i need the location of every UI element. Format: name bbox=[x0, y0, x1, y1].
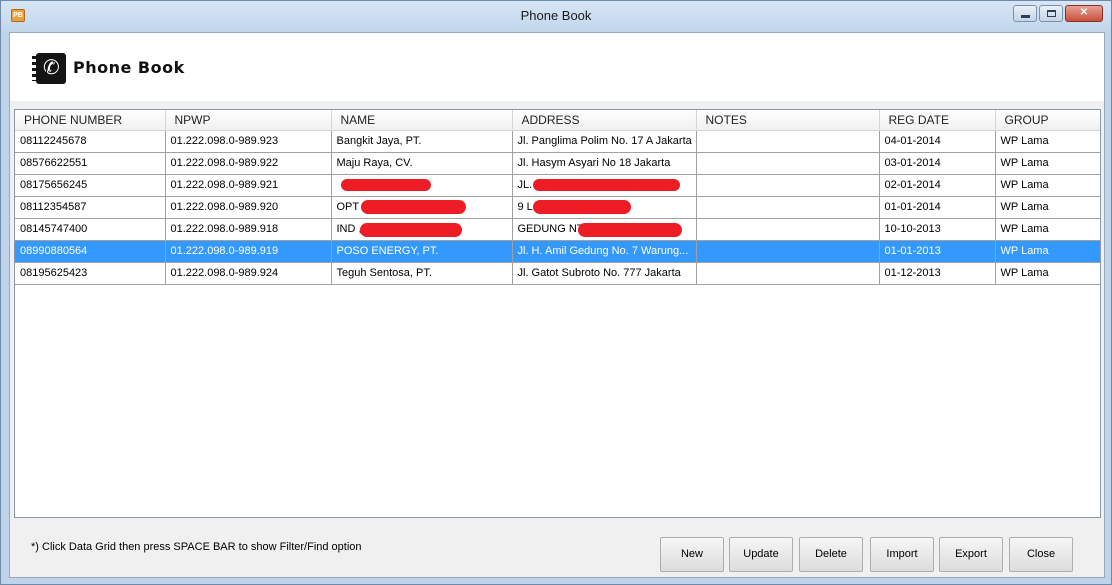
cell-reg-date[interactable]: 02-01-2014 bbox=[879, 174, 996, 197]
redaction-mark bbox=[533, 200, 631, 214]
maximize-button[interactable] bbox=[1039, 5, 1063, 22]
window-controls: ✕ bbox=[1013, 5, 1103, 22]
cell-reg-date[interactable]: 01-01-2013 bbox=[879, 240, 996, 263]
cell-notes[interactable] bbox=[696, 130, 880, 153]
new-button[interactable]: New bbox=[660, 537, 724, 572]
title-bar[interactable]: PB Phone Book ✕ bbox=[1, 1, 1111, 31]
table-row[interactable]: 08112245678 01.222.098.0-989.923 Bangkit… bbox=[15, 130, 1100, 153]
minimize-button[interactable] bbox=[1013, 5, 1037, 22]
cell-group[interactable]: WP Lama bbox=[995, 152, 1100, 175]
close-icon: ✕ bbox=[1079, 7, 1089, 18]
redaction-mark bbox=[533, 179, 680, 191]
cell-group[interactable]: WP Lama bbox=[995, 174, 1100, 197]
column-header-group[interactable]: GROUP bbox=[995, 110, 1100, 131]
column-header-address[interactable]: ADDRESS bbox=[512, 110, 697, 131]
close-window-button[interactable]: ✕ bbox=[1065, 5, 1103, 22]
cell-reg-date[interactable]: 04-01-2014 bbox=[879, 130, 996, 153]
delete-button[interactable]: Delete bbox=[799, 537, 863, 572]
header-row: PHONE NUMBER NPWP NAME ADDRESS NOTES REG… bbox=[15, 110, 1100, 131]
cell-name[interactable]: POSO ENERGY, PT. bbox=[331, 240, 513, 263]
cell-npwp[interactable]: 01.222.098.0-989.922 bbox=[165, 152, 332, 175]
cell-notes[interactable] bbox=[696, 240, 880, 263]
cell-npwp[interactable]: 01.222.098.0-989.924 bbox=[165, 262, 332, 285]
cell-reg-date[interactable]: 03-01-2014 bbox=[879, 152, 996, 175]
binder-rings bbox=[32, 56, 38, 81]
cell-name[interactable]: Maju Raya, CV. bbox=[331, 152, 513, 175]
maximize-icon bbox=[1047, 10, 1056, 17]
phonebook-logo-icon: ✆ bbox=[32, 53, 66, 84]
cell-npwp[interactable]: 01.222.098.0-989.919 bbox=[165, 240, 332, 263]
logo-text: Phone Book bbox=[73, 58, 185, 77]
cell-address[interactable]: Jl. H. Amil Gedung No. 7 Warung... bbox=[512, 240, 697, 263]
column-header-reg-date[interactable]: REG DATE bbox=[879, 110, 996, 131]
cell-address[interactable]: Jl. Hasym Asyari No 18 Jakarta bbox=[512, 152, 697, 175]
cell-address[interactable]: Jl. Gatot Subroto No. 777 Jakarta bbox=[512, 262, 697, 285]
cell-phone[interactable]: 08175656245 bbox=[15, 174, 166, 197]
table-row[interactable]: 08145747400 01.222.098.0-989.918 IND , P… bbox=[15, 218, 1100, 241]
cell-phone[interactable]: 08112245678 bbox=[15, 130, 166, 153]
cell-notes[interactable] bbox=[696, 262, 880, 285]
cell-reg-date[interactable]: 10-10-2013 bbox=[879, 218, 996, 241]
phonebook-window: PB Phone Book ✕ ✆ Phone Book PHONE NUMBE… bbox=[0, 0, 1112, 585]
export-button[interactable]: Export bbox=[939, 537, 1003, 572]
window-title: Phone Book bbox=[520, 8, 592, 23]
cell-phone[interactable]: 08576622551 bbox=[15, 152, 166, 175]
phonebook-table: PHONE NUMBER NPWP NAME ADDRESS NOTES REG… bbox=[15, 110, 1100, 285]
phone-handset-icon: ✆ bbox=[43, 57, 60, 79]
header-area: ✆ Phone Book bbox=[10, 33, 1104, 101]
import-button[interactable]: Import bbox=[870, 537, 934, 572]
update-button[interactable]: Update bbox=[729, 537, 793, 572]
cell-npwp[interactable]: 01.222.098.0-989.921 bbox=[165, 174, 332, 197]
cell-phone[interactable]: 08990880564 bbox=[15, 240, 166, 263]
redaction-mark bbox=[578, 223, 682, 237]
grid-hint-text: *) Click Data Grid then press SPACE BAR … bbox=[31, 541, 362, 553]
column-header-npwp[interactable]: NPWP bbox=[165, 110, 332, 131]
table-row-selected[interactable]: 08990880564 01.222.098.0-989.919 POSO EN… bbox=[15, 240, 1100, 263]
cell-notes[interactable] bbox=[696, 174, 880, 197]
cell-group[interactable]: WP Lama bbox=[995, 196, 1100, 219]
table-row[interactable]: 08576622551 01.222.098.0-989.922 Maju Ra… bbox=[15, 152, 1100, 175]
cell-notes[interactable] bbox=[696, 218, 880, 241]
cell-name[interactable]: Bangkit Jaya, PT. bbox=[331, 130, 513, 153]
footer-bar: *) Click Data Grid then press SPACE BAR … bbox=[10, 525, 1104, 577]
cell-npwp[interactable]: 01.222.098.0-989.920 bbox=[165, 196, 332, 219]
table-row[interactable]: 08195625423 01.222.098.0-989.924 Teguh S… bbox=[15, 262, 1100, 285]
cell-group[interactable]: WP Lama bbox=[995, 218, 1100, 241]
cell-notes[interactable] bbox=[696, 152, 880, 175]
cell-notes[interactable] bbox=[696, 196, 880, 219]
cell-name[interactable]: Teguh Sentosa, PT. bbox=[331, 262, 513, 285]
column-header-notes[interactable]: NOTES bbox=[696, 110, 880, 131]
cell-reg-date[interactable]: 01-01-2014 bbox=[879, 196, 996, 219]
cell-phone[interactable]: 08145747400 bbox=[15, 218, 166, 241]
cell-npwp[interactable]: 01.222.098.0-989.923 bbox=[165, 130, 332, 153]
cell-phone[interactable]: 08112354587 bbox=[15, 196, 166, 219]
cell-address[interactable]: Jl. Panglima Polim No. 17 A Jakarta bbox=[512, 130, 697, 153]
column-header-name[interactable]: NAME bbox=[331, 110, 513, 131]
cell-phone[interactable]: 08195625423 bbox=[15, 262, 166, 285]
redaction-mark bbox=[341, 179, 431, 191]
cell-group[interactable]: WP Lama bbox=[995, 130, 1100, 153]
cell-reg-date[interactable]: 01-12-2013 bbox=[879, 262, 996, 285]
data-grid[interactable]: PHONE NUMBER NPWP NAME ADDRESS NOTES REG… bbox=[14, 109, 1101, 518]
redaction-mark bbox=[360, 223, 462, 237]
redaction-mark bbox=[361, 200, 466, 214]
minimize-icon bbox=[1021, 15, 1030, 18]
client-area: ✆ Phone Book PHONE NUMBER NPWP NAME ADDR… bbox=[9, 32, 1105, 578]
close-button[interactable]: Close bbox=[1009, 537, 1073, 572]
column-header-phone[interactable]: PHONE NUMBER bbox=[15, 110, 166, 131]
cell-npwp[interactable]: 01.222.098.0-989.918 bbox=[165, 218, 332, 241]
cell-group[interactable]: WP Lama bbox=[995, 240, 1100, 263]
cell-group[interactable]: WP Lama bbox=[995, 262, 1100, 285]
